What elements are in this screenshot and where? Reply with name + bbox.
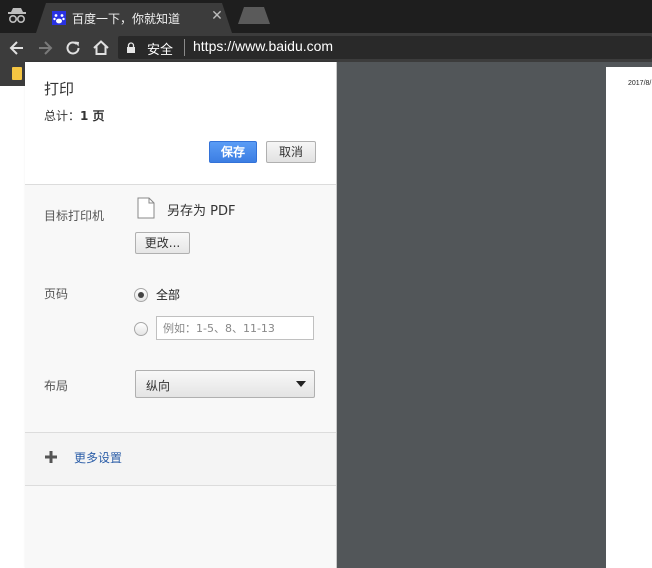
page-background [0, 86, 25, 568]
print-preview-area: 2017/8/ [337, 62, 652, 568]
layout-label: 布局 [44, 379, 69, 393]
print-dialog: 打印 总计：1 页 保存 取消 目标打印机 另存为 PDF 更改... 页码 全… [25, 62, 337, 568]
total-label: 总计： [44, 109, 81, 123]
baidu-paw-icon [52, 11, 66, 25]
preview-date: 2017/8/ [628, 80, 652, 87]
more-settings-row[interactable]: 更多设置 [25, 433, 336, 485]
url-text[interactable]: https://www.baidu.com [193, 38, 333, 54]
forward-icon[interactable] [34, 37, 56, 59]
preview-page[interactable]: 2017/8/ [606, 67, 652, 568]
layout-select[interactable]: 纵向 [135, 370, 315, 398]
incognito-icon [8, 8, 26, 24]
reload-icon[interactable] [62, 37, 84, 59]
destination-label: 目标打印机 [44, 209, 105, 223]
bookmark-folder-icon[interactable] [12, 67, 22, 80]
new-tab-button[interactable] [238, 7, 270, 24]
document-icon [137, 197, 155, 219]
change-destination-button[interactable]: 更改... [135, 232, 190, 254]
cancel-button[interactable]: 取消 [266, 141, 316, 163]
pages-range-input[interactable] [156, 316, 314, 340]
pages-custom-radio[interactable] [134, 322, 148, 336]
total-value: 1 页 [80, 109, 105, 123]
more-settings-link[interactable]: 更多设置 [74, 449, 122, 466]
plus-icon [45, 451, 57, 463]
pages-label: 页码 [44, 287, 69, 301]
print-settings: 目标打印机 另存为 PDF 更改... 页码 全部 布局 纵向 更多设置 [25, 185, 336, 568]
tab-baidu[interactable]: 百度一下，你就知道 ✕ [36, 3, 232, 33]
browser-toolbar: 安全 https://www.baidu.com [0, 33, 652, 62]
tab-close-icon[interactable]: ✕ [210, 8, 224, 26]
radio-selected-dot [138, 292, 144, 298]
print-total: 总计：1 页 [44, 107, 105, 124]
divider [25, 485, 336, 486]
tab-strip: 百度一下，你就知道 ✕ [0, 0, 652, 33]
print-header: 打印 总计：1 页 保存 取消 [25, 62, 336, 185]
destination-name: 另存为 PDF [167, 204, 236, 219]
pages-all-label[interactable]: 全部 [156, 286, 180, 303]
chevron-down-icon [296, 381, 306, 387]
secure-label: 安全 [147, 43, 174, 58]
tab-title: 百度一下，你就知道 [72, 12, 181, 26]
pages-all-radio[interactable] [134, 288, 148, 302]
omnibox-divider [184, 39, 185, 56]
save-button[interactable]: 保存 [209, 141, 257, 163]
address-bar[interactable]: 安全 https://www.baidu.com [118, 36, 652, 59]
print-title: 打印 [44, 80, 75, 98]
home-icon[interactable] [90, 37, 112, 59]
lock-icon [127, 42, 135, 53]
back-icon[interactable] [6, 37, 28, 59]
layout-value: 纵向 [146, 379, 171, 393]
